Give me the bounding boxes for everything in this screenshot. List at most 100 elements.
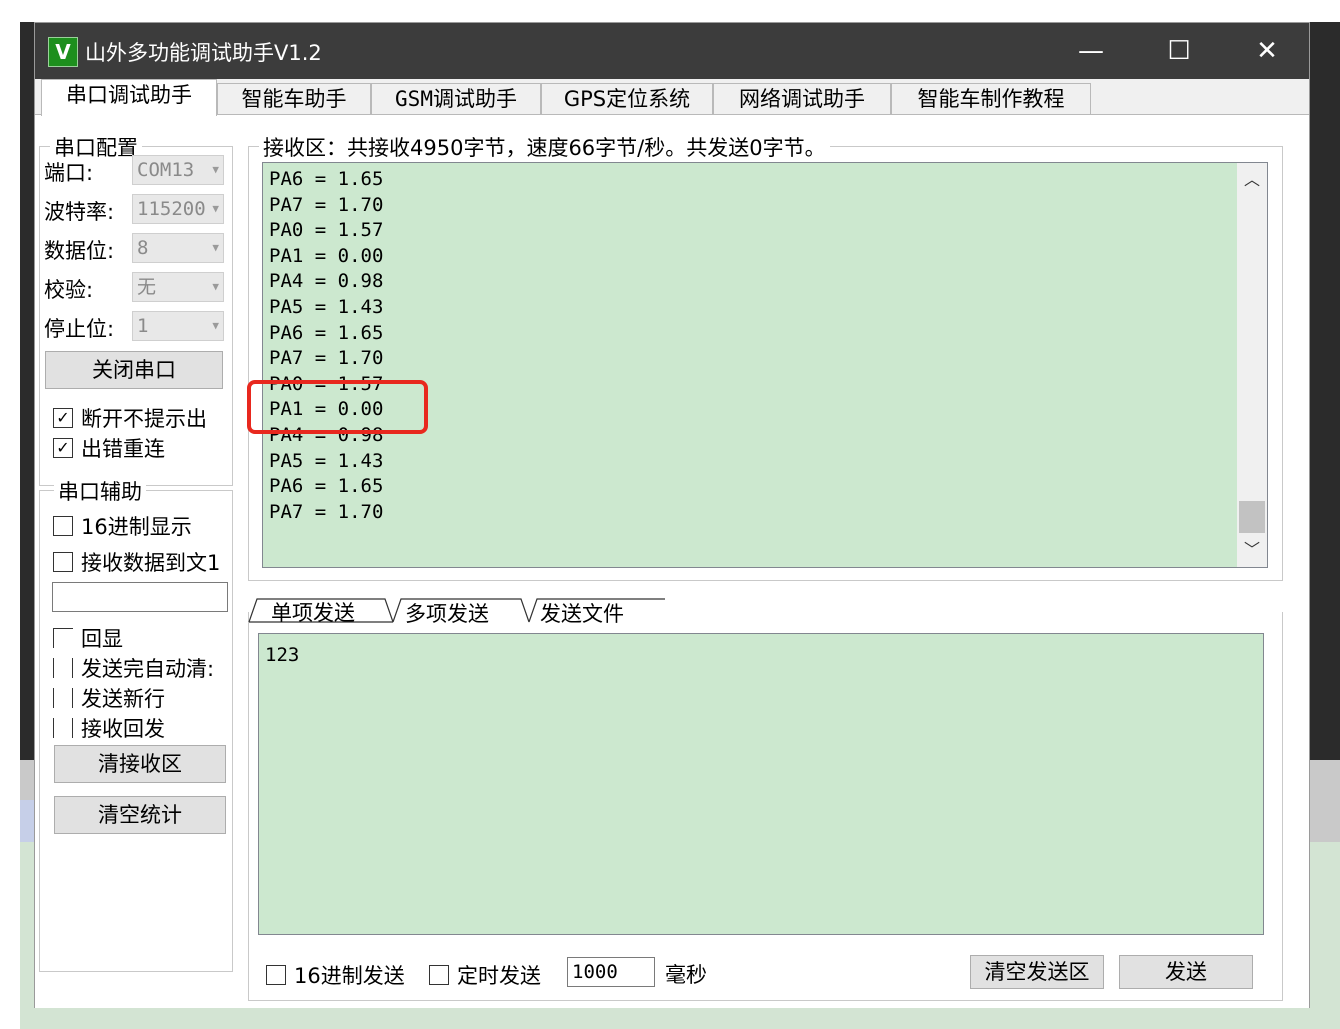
send-button[interactable]: 发送 xyxy=(1119,955,1253,989)
recv-echo-checkbox[interactable]: 接收回发 xyxy=(53,713,165,743)
port-value: COM13 xyxy=(137,159,195,181)
port-select[interactable]: COM13 ▼ xyxy=(132,155,224,185)
title-bar[interactable]: V 山外多功能调试助手V1.2 — ☐ ✕ xyxy=(35,23,1309,79)
timed-send-checkbox[interactable]: 定时发送 xyxy=(429,960,541,990)
background-dark-strip xyxy=(20,22,34,762)
scroll-thumb[interactable] xyxy=(1239,501,1265,533)
chevron-down-icon: ▼ xyxy=(212,241,219,254)
maximize-button[interactable]: ☐ xyxy=(1135,23,1223,79)
baud-value: 115200 xyxy=(137,198,206,220)
baud-select[interactable]: 115200 ▼ xyxy=(132,194,224,224)
hex-display-checkbox[interactable]: 16进制显示 xyxy=(53,511,192,541)
background-right-gray xyxy=(1310,760,1340,842)
checkbox-checked-icon: ✓ xyxy=(53,408,73,428)
send-tab-file[interactable]: 发送文件 xyxy=(540,598,624,628)
parity-select[interactable]: 无 ▼ xyxy=(132,272,224,302)
scroll-up-icon[interactable]: ︿ xyxy=(1237,165,1267,195)
receive-line: PA7 = 1.70 xyxy=(269,500,384,523)
receive-line: PA4 = 0.98 xyxy=(269,270,384,293)
receive-textarea[interactable]: PA6 = 1.65 PA7 = 1.70 PA0 = 1.57 PA1 = 0.00… xyxy=(262,162,1268,568)
background-gray-band xyxy=(20,760,34,800)
no-prompt-on-disconnect-label: 断开不提示出 xyxy=(81,407,207,431)
background-bottom-green xyxy=(20,1008,1340,1029)
recv-to-file-checkbox[interactable]: 接收数据到文1 xyxy=(53,547,229,577)
hex-send-checkbox[interactable]: 16进制发送 xyxy=(266,960,405,990)
receive-line: PA0 = 1.57 xyxy=(269,219,384,242)
serial-assist-title: 串口辅助 xyxy=(54,476,146,506)
parity-value: 无 xyxy=(137,276,157,298)
tab-gps[interactable]: GPS定位系统 xyxy=(541,83,713,114)
databits-value: 8 xyxy=(137,237,149,259)
chevron-down-icon: ▼ xyxy=(212,202,219,215)
no-prompt-on-disconnect-checkbox[interactable]: ✓ 断开不提示出 xyxy=(53,403,207,433)
background-right-green xyxy=(1310,842,1340,1028)
app-window: V 山外多功能调试助手V1.2 — ☐ ✕ 串口调试助手 智能车助手 GSM调试… xyxy=(34,22,1310,1008)
tab-serial-debug[interactable]: 串口调试助手 xyxy=(41,79,217,116)
receive-line: PA6 = 1.65 xyxy=(269,168,384,190)
auto-clear-checkbox[interactable]: 发送完自动清: xyxy=(53,653,229,683)
receive-line: PA5 = 1.43 xyxy=(269,449,384,472)
tab-gsm-debug[interactable]: GSM调试助手 xyxy=(371,83,541,114)
baud-label: 波特率: xyxy=(44,200,115,224)
send-tab-multi[interactable]: 多项发送 xyxy=(405,598,489,628)
receive-line: PA6 = 1.65 xyxy=(269,321,384,344)
interval-input[interactable]: 1000 xyxy=(567,957,655,987)
receive-status: 接收区：共接收4950字节，速度66字节/秒。共发送0字节。 xyxy=(259,132,830,162)
clear-recv-button[interactable]: 清接收区 xyxy=(54,745,226,783)
send-newline-label: 发送新行 xyxy=(81,687,165,711)
close-button[interactable]: ✕ xyxy=(1223,23,1311,79)
receive-scrollbar[interactable]: ︿ ﹀ xyxy=(1237,163,1267,567)
checkbox-checked-icon: ✓ xyxy=(53,438,73,458)
echo-label: 回显 xyxy=(81,627,123,651)
scroll-down-icon[interactable]: ﹀ xyxy=(1237,535,1267,565)
hex-display-label: 16进制显示 xyxy=(81,515,192,539)
checkbox-icon xyxy=(429,965,449,985)
tab-smart-car-tutorial[interactable]: 智能车制作教程 xyxy=(891,83,1091,114)
minimize-button[interactable]: — xyxy=(1047,23,1135,79)
chevron-down-icon: ▼ xyxy=(212,163,219,176)
auto-clear-label: 发送完自动清: xyxy=(81,657,215,681)
chevron-down-icon: ▼ xyxy=(212,280,219,293)
receive-line: PA5 = 1.43 xyxy=(269,295,384,318)
receive-line: PA1 = 0.00 xyxy=(269,244,384,267)
recv-echo-label: 接收回发 xyxy=(81,717,165,741)
background-green-area xyxy=(20,842,34,1028)
checkbox-icon xyxy=(53,688,73,708)
send-textarea[interactable]: 123 xyxy=(258,633,1264,935)
background-blue-band xyxy=(20,800,34,842)
hex-send-label: 16进制发送 xyxy=(294,964,405,988)
window-title: 山外多功能调试助手V1.2 xyxy=(85,41,322,65)
reconnect-on-error-checkbox[interactable]: ✓ 出错重连 xyxy=(53,433,165,463)
tab-smart-car[interactable]: 智能车助手 xyxy=(217,83,371,114)
checkbox-icon xyxy=(53,718,73,738)
checkbox-icon xyxy=(53,516,73,536)
receive-lines: PA6 = 1.65 PA7 = 1.70 PA0 = 1.57 PA1 = 0.00… xyxy=(269,167,383,525)
interval-unit: 毫秒 xyxy=(665,963,707,987)
receive-line: PA6 = 1.65 xyxy=(269,475,384,498)
checkbox-icon xyxy=(266,965,286,985)
background-right-dark xyxy=(1310,22,1340,762)
clear-send-button[interactable]: 清空发送区 xyxy=(970,955,1104,989)
chevron-down-icon: ▼ xyxy=(212,319,219,332)
send-newline-checkbox[interactable]: 发送新行 xyxy=(53,683,165,713)
receive-line: PA7 = 1.70 xyxy=(269,347,384,370)
main-tab-bar: 串口调试助手 智能车助手 GSM调试助手 GPS定位系统 网络调试助手 智能车制… xyxy=(35,79,1309,116)
stopbits-label: 停止位: xyxy=(44,317,115,341)
port-label: 端口: xyxy=(44,161,94,185)
tab-network-debug[interactable]: 网络调试助手 xyxy=(713,83,891,114)
timed-send-label: 定时发送 xyxy=(457,964,541,988)
recv-to-file-label: 接收数据到文1 xyxy=(81,551,221,575)
clear-stats-button[interactable]: 清空统计 xyxy=(54,796,226,834)
echo-checkbox[interactable]: 回显 xyxy=(53,623,123,653)
file-path-input[interactable] xyxy=(52,582,228,612)
close-port-button[interactable]: 关闭串口 xyxy=(45,351,223,389)
parity-label: 校验: xyxy=(44,278,94,302)
receive-line: PA7 = 1.70 xyxy=(269,193,384,216)
databits-label: 数据位: xyxy=(44,239,115,263)
send-tab-single[interactable]: 单项发送 xyxy=(271,597,355,627)
stopbits-value: 1 xyxy=(137,315,149,337)
annotation-highlight-box xyxy=(247,380,428,434)
checkbox-icon xyxy=(53,552,73,572)
stopbits-select[interactable]: 1 ▼ xyxy=(132,311,224,341)
databits-select[interactable]: 8 ▼ xyxy=(132,233,224,263)
